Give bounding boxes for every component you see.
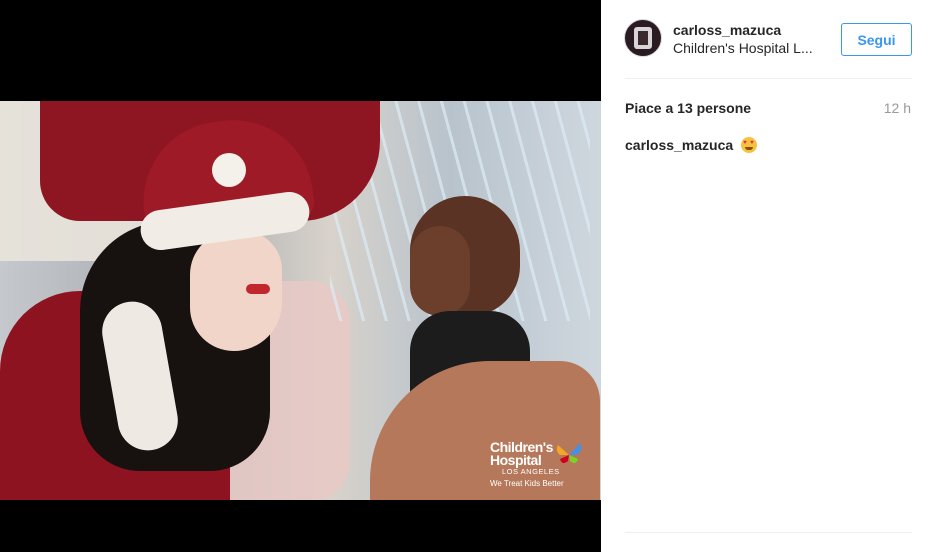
post-sidebar: carloss_mazuca Children's Hospital L... …	[601, 0, 928, 552]
caption-username-link[interactable]: carloss_mazuca	[625, 137, 733, 153]
hospital-logo: Children's Hospital LOS ANGELES We Treat…	[490, 439, 590, 491]
heart-eyes-emoji-icon: ♥ ♥	[741, 137, 758, 153]
footer-divider	[625, 532, 912, 533]
post-timestamp: 12 h	[883, 100, 911, 116]
photo-woman-lips	[246, 284, 270, 294]
avatar[interactable]	[624, 19, 662, 57]
logo-line-2: Hospital	[490, 452, 542, 468]
header-divider	[625, 78, 912, 79]
caption: carloss_mazuca ♥ ♥	[625, 137, 758, 153]
post-header: carloss_mazuca Children's Hospital L... …	[601, 0, 928, 78]
photo-hat-pompom	[212, 153, 246, 187]
location-link[interactable]: Children's Hospital L...	[673, 40, 813, 56]
likes-count[interactable]: Piace a 13 persone	[625, 100, 751, 116]
post-media[interactable]: Children's Hospital LOS ANGELES We Treat…	[0, 0, 601, 552]
post-photo[interactable]: Children's Hospital LOS ANGELES We Treat…	[0, 101, 601, 500]
logo-line-3: LOS ANGELES	[502, 467, 560, 476]
butterfly-icon	[556, 443, 582, 464]
photo-baby-face	[410, 226, 470, 316]
logo-tagline: We Treat Kids Better	[490, 479, 564, 488]
username-link[interactable]: carloss_mazuca	[673, 22, 781, 38]
follow-button[interactable]: Segui	[841, 23, 912, 56]
avatar-image-detail	[638, 31, 648, 45]
